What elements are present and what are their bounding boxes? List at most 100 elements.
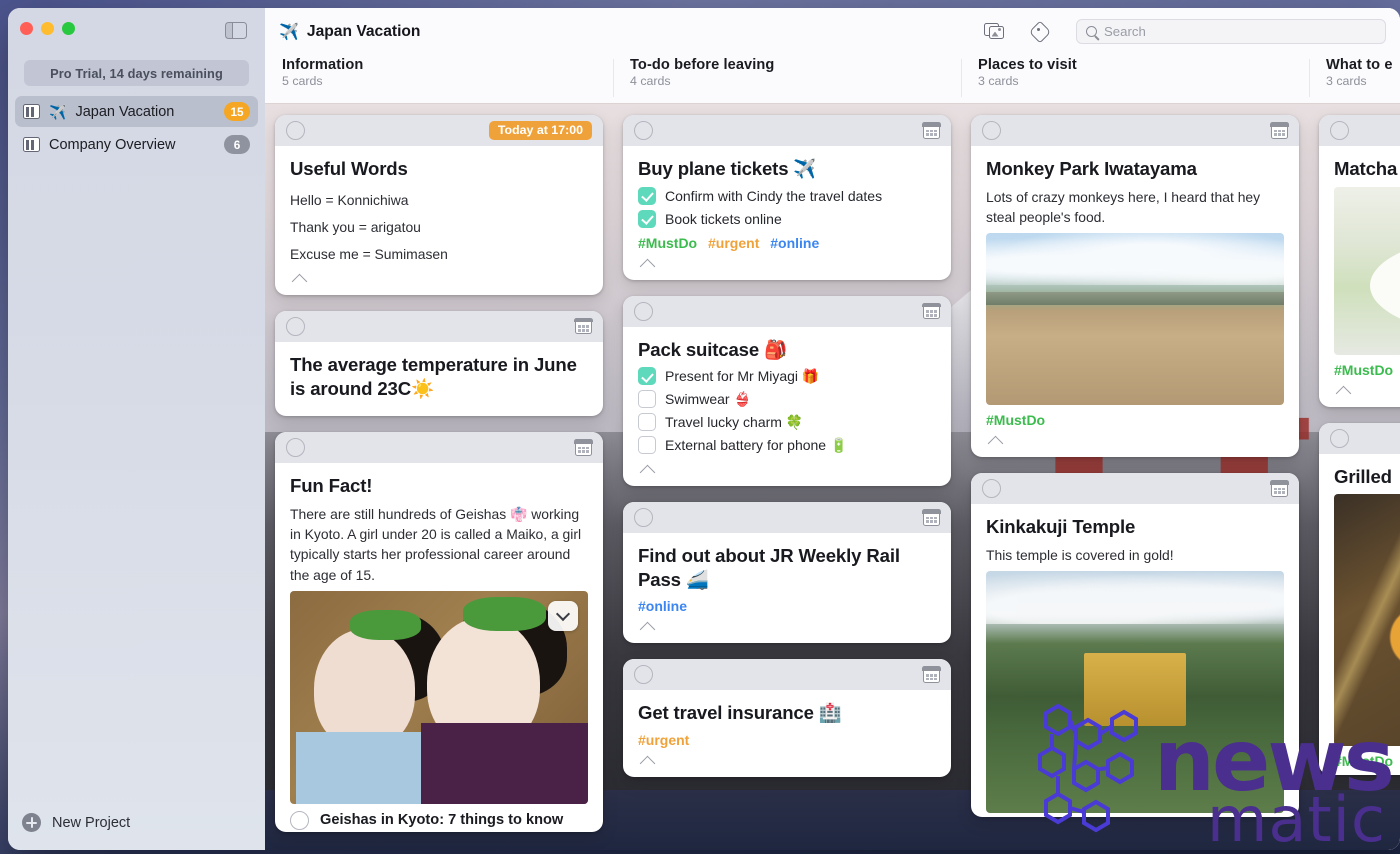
card-complete-toggle[interactable] <box>634 665 653 685</box>
column-title: To-do before leaving <box>630 57 775 73</box>
tag-mustdo[interactable]: #MustDo <box>986 412 1045 428</box>
project-card-count: 15 <box>224 102 250 121</box>
card-collapse-button[interactable] <box>638 459 936 482</box>
card-body: Monkey Park Iwatayama Lots of crazy monk… <box>971 146 1299 457</box>
card-complete-toggle[interactable] <box>982 479 1001 499</box>
card-monkey-park[interactable]: Monkey Park Iwatayama Lots of crazy monk… <box>971 115 1299 458</box>
close-button[interactable] <box>20 22 33 35</box>
column-header-whattoeat[interactable]: What to e 3 cards <box>1309 55 1400 103</box>
column-header-places[interactable]: Places to visit 3 cards <box>961 55 1309 103</box>
card-complete-toggle[interactable] <box>290 810 309 830</box>
minimize-button[interactable] <box>41 22 54 35</box>
card-complete-toggle[interactable] <box>286 438 305 458</box>
grilled-dango-photo <box>1334 494 1400 747</box>
card-complete-toggle[interactable] <box>1330 428 1349 448</box>
card-pack-suitcase[interactable]: Pack suitcase 🎒 Present for Mr Miyagi 🎁 … <box>623 295 951 487</box>
card-image-grilled[interactable] <box>1334 494 1400 747</box>
card-complete-toggle[interactable] <box>286 121 305 140</box>
board-icon <box>23 137 40 152</box>
checkbox-checked[interactable] <box>638 367 656 386</box>
checkbox-unchecked[interactable] <box>638 390 656 409</box>
calendar-icon[interactable] <box>574 439 593 456</box>
todo-item[interactable]: Travel lucky charm 🍀 <box>638 413 936 432</box>
tag-mustdo[interactable]: #MustDo <box>1334 362 1393 378</box>
card-grilled[interactable]: Grilled #MustDo <box>1319 422 1400 776</box>
card-buy-plane-tickets[interactable]: Buy plane tickets ✈️ Confirm with Cindy … <box>623 115 951 280</box>
zoom-button[interactable] <box>62 22 75 35</box>
calendar-icon[interactable] <box>1270 480 1289 497</box>
calendar-icon[interactable] <box>1270 121 1289 139</box>
calendar-icon[interactable] <box>922 121 941 139</box>
card-image-geisha[interactable] <box>290 590 588 804</box>
card-tags: #MustDo <box>986 412 1284 428</box>
tag-mustdo[interactable]: #MustDo <box>638 235 697 251</box>
calendar-icon[interactable] <box>574 317 593 335</box>
card-useful-words[interactable]: Today at 17:00 Useful Words Hello = Konn… <box>275 115 603 295</box>
card-fun-fact[interactable]: Fun Fact! There are still hundreds of Ge… <box>275 432 603 832</box>
plus-icon <box>22 813 41 832</box>
card-complete-toggle[interactable] <box>982 121 1001 140</box>
board-columns: Today at 17:00 Useful Words Hello = Konn… <box>265 103 1400 850</box>
card-collapse-button[interactable] <box>1334 380 1400 403</box>
todo-item[interactable]: Confirm with Cindy the travel dates <box>638 186 936 205</box>
sidebar-toggle-icon[interactable] <box>225 22 247 39</box>
tag-online[interactable]: #online <box>638 598 687 614</box>
todo-item[interactable]: Swimwear 👙 <box>638 390 936 409</box>
calendar-icon[interactable] <box>922 666 941 683</box>
card-jr-rail-pass[interactable]: Find out about JR Weekly Rail Pass 🚄 #on… <box>623 502 951 644</box>
column-what-to-eat: Matcha #MustDo Grilled #MustDo <box>1309 115 1400 850</box>
tag-urgent[interactable]: #urgent <box>708 235 759 251</box>
sidebar-item-company-overview[interactable]: Company Overview 6 <box>15 129 258 160</box>
sidebar-item-japan-vacation[interactable]: ✈️ Japan Vacation 15 <box>15 96 258 127</box>
card-average-temperature[interactable]: The average temperature in June is aroun… <box>275 310 603 417</box>
image-expand-button[interactable] <box>548 600 578 631</box>
checkbox-unchecked[interactable] <box>638 413 656 432</box>
calendar-icon[interactable] <box>922 302 941 320</box>
todo-item[interactable]: External battery for phone 🔋 <box>638 436 936 455</box>
card-tags: #MustDo <box>1334 362 1400 378</box>
card-header <box>1319 422 1400 454</box>
card-body: Matcha #MustDo <box>1319 146 1400 407</box>
card-image-kinkakuji[interactable] <box>986 571 1284 814</box>
checkbox-checked[interactable] <box>638 209 656 228</box>
search-input[interactable]: Search <box>1076 19 1386 44</box>
photos-icon[interactable] <box>984 21 1008 43</box>
column-count: 4 cards <box>630 74 671 88</box>
card-collapse-button[interactable] <box>986 430 1284 453</box>
card-collapse-button[interactable] <box>638 616 936 639</box>
card-collapse-button[interactable] <box>290 268 588 291</box>
card-matcha[interactable]: Matcha #MustDo <box>1319 115 1400 407</box>
card-image-monkey-park[interactable] <box>986 233 1284 406</box>
due-date-badge[interactable]: Today at 17:00 <box>488 120 592 141</box>
monkey-park-photo <box>986 233 1284 406</box>
todo-item[interactable]: Present for Mr Miyagi 🎁 <box>638 367 936 386</box>
tag-online[interactable]: #online <box>770 235 819 251</box>
column-header-information[interactable]: Information 5 cards <box>265 55 613 103</box>
card-collapse-button[interactable] <box>638 750 936 773</box>
column-todo-before-leaving: Buy plane tickets ✈️ Confirm with Cindy … <box>613 115 961 850</box>
new-project-button[interactable]: New Project <box>22 813 130 832</box>
card-complete-toggle[interactable] <box>286 316 305 336</box>
calendar-icon[interactable] <box>922 509 941 526</box>
checkbox-unchecked[interactable] <box>638 436 656 455</box>
card-complete-toggle[interactable] <box>634 301 653 321</box>
tag-mustdo[interactable]: #MustDo <box>1334 753 1393 769</box>
card-description: Lots of crazy monkeys here, I heard that… <box>986 188 1261 225</box>
card-complete-toggle[interactable] <box>1330 121 1349 140</box>
card-tags: #online <box>638 598 936 614</box>
checkbox-checked[interactable] <box>638 186 656 205</box>
card-complete-toggle[interactable] <box>634 508 653 528</box>
app-window: Pro Trial, 14 days remaining ✈️ Japan Va… <box>8 8 1400 850</box>
tag-icon[interactable] <box>1028 20 1054 43</box>
card-travel-insurance[interactable]: Get travel insurance 🏥 #urgent <box>623 659 951 778</box>
column-information: Today at 17:00 Useful Words Hello = Konn… <box>265 115 613 850</box>
todo-item[interactable]: Book tickets online <box>638 209 936 228</box>
card-kinkakuji-temple[interactable]: Kinkakuji Temple This temple is covered … <box>971 473 1299 818</box>
tag-urgent[interactable]: #urgent <box>638 732 689 748</box>
card-collapse-button[interactable] <box>638 253 936 276</box>
card-tags: #MustDo #urgent #online <box>638 235 936 251</box>
column-header-todo[interactable]: To-do before leaving 4 cards <box>613 55 961 103</box>
card-title: Grilled <box>1334 465 1392 487</box>
card-complete-toggle[interactable] <box>634 121 653 140</box>
card-image-matcha[interactable] <box>1334 186 1400 355</box>
